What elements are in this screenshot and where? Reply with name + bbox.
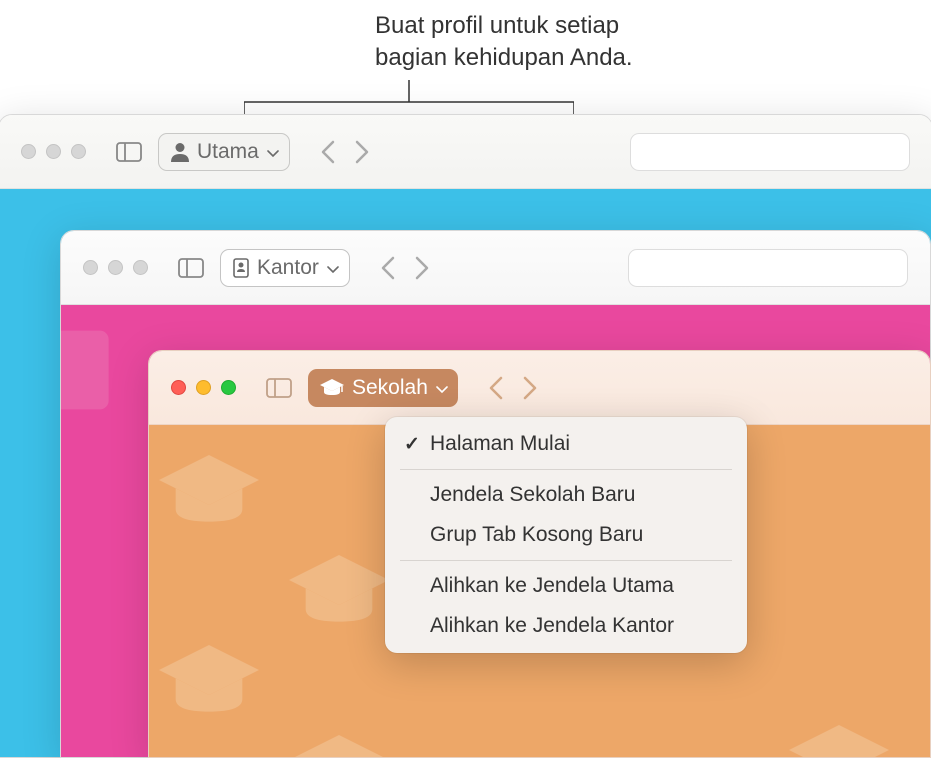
- sidebar-toggle-button[interactable]: [260, 371, 298, 405]
- toolbar: Sekolah: [149, 351, 930, 425]
- window-controls: [21, 144, 86, 159]
- minimize-button[interactable]: [108, 260, 123, 275]
- cap-bg-icon: [789, 725, 889, 758]
- close-button[interactable]: [21, 144, 36, 159]
- chevron-down-icon: [327, 256, 339, 280]
- sidebar-toggle-button[interactable]: [172, 251, 210, 285]
- graduation-cap-icon: [320, 379, 344, 397]
- profile-dropdown-menu: Halaman Mulai Jendela Sekolah Baru Grup …: [385, 417, 747, 653]
- annotation-line1: Buat profil untuk setiap: [375, 10, 633, 42]
- menu-item-new-tab-group[interactable]: Grup Tab Kosong Baru: [392, 515, 740, 555]
- cap-bg-icon: [159, 645, 259, 720]
- profile-switcher[interactable]: Utama: [158, 133, 290, 171]
- badge-bg-icon: [60, 325, 113, 415]
- address-bar[interactable]: [630, 133, 910, 171]
- close-button[interactable]: [83, 260, 98, 275]
- safari-window-sekolah: Sekolah: [148, 350, 931, 758]
- annotation-line2: bagian kehidupan Anda.: [375, 42, 633, 74]
- back-button[interactable]: [488, 376, 503, 400]
- back-button[interactable]: [380, 256, 395, 280]
- forward-button[interactable]: [523, 376, 538, 400]
- forward-button[interactable]: [355, 140, 370, 164]
- menu-item-switch-kantor[interactable]: Alihkan ke Jendela Kantor: [392, 606, 740, 646]
- maximize-button[interactable]: [133, 260, 148, 275]
- navigation-arrows: [320, 140, 370, 164]
- chevron-down-icon: [436, 376, 448, 400]
- profile-switcher[interactable]: Sekolah: [308, 369, 458, 407]
- profile-label: Utama: [197, 140, 259, 164]
- back-button[interactable]: [320, 140, 335, 164]
- callout-annotation: Buat profil untuk setiap bagian kehidupa…: [375, 10, 633, 75]
- badge-icon: [233, 258, 249, 278]
- menu-item-new-window[interactable]: Jendela Sekolah Baru: [392, 475, 740, 515]
- toolbar: Utama: [0, 115, 931, 189]
- minimize-button[interactable]: [46, 144, 61, 159]
- profile-switcher[interactable]: Kantor: [220, 249, 350, 287]
- minimize-button[interactable]: [196, 380, 211, 395]
- cap-bg-icon: [289, 555, 389, 630]
- forward-button[interactable]: [415, 256, 430, 280]
- address-bar[interactable]: [628, 249, 908, 287]
- navigation-arrows: [380, 256, 430, 280]
- cap-bg-icon: [159, 455, 259, 530]
- window-controls: [83, 260, 148, 275]
- maximize-button[interactable]: [221, 380, 236, 395]
- toolbar: Kantor: [61, 231, 930, 305]
- menu-item-switch-utama[interactable]: Alihkan ke Jendela Utama: [392, 566, 740, 606]
- chevron-down-icon: [267, 140, 279, 164]
- window-controls: [171, 380, 236, 395]
- maximize-button[interactable]: [71, 144, 86, 159]
- profile-label: Kantor: [257, 256, 319, 280]
- menu-item-start-page[interactable]: Halaman Mulai: [392, 424, 740, 464]
- profile-label: Sekolah: [352, 376, 428, 400]
- close-button[interactable]: [171, 380, 186, 395]
- cap-bg-icon: [289, 735, 389, 758]
- menu-separator: [400, 560, 732, 561]
- sidebar-toggle-button[interactable]: [110, 135, 148, 169]
- person-icon: [171, 142, 189, 162]
- navigation-arrows: [488, 376, 538, 400]
- menu-separator: [400, 469, 732, 470]
